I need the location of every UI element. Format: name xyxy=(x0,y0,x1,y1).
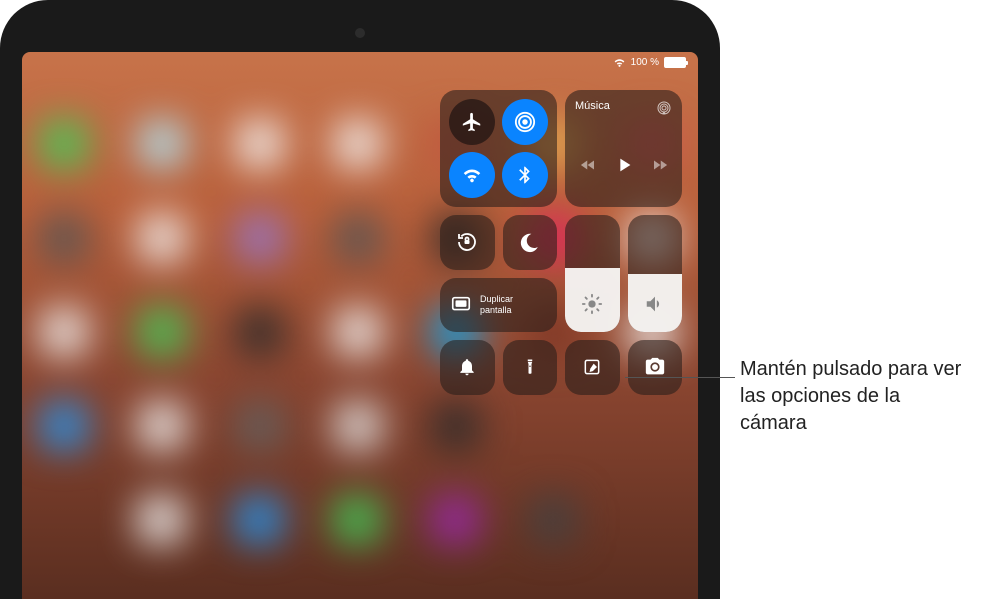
ipad-device-frame: 100 % xyxy=(0,0,720,599)
volume-slider[interactable] xyxy=(628,215,683,332)
rotation-lock-icon xyxy=(455,230,479,254)
ipad-screen: 100 % xyxy=(22,52,698,599)
status-bar: 100 % xyxy=(613,56,686,69)
wifi-toggle[interactable] xyxy=(449,152,495,198)
media-title: Música xyxy=(575,100,610,112)
airdrop-icon xyxy=(514,111,536,133)
battery-percentage: 100 % xyxy=(631,57,659,68)
airdrop-toggle[interactable] xyxy=(502,99,548,145)
bluetooth-icon xyxy=(515,165,535,185)
quick-note-button[interactable] xyxy=(565,340,620,395)
screen-mirroring-button[interactable]: Duplicar pantalla xyxy=(440,278,557,333)
screen-mirroring-label: Duplicar pantalla xyxy=(480,294,513,316)
bluetooth-toggle[interactable] xyxy=(502,152,548,198)
wifi-icon xyxy=(613,56,626,69)
screen-mirroring-icon xyxy=(450,294,472,316)
do-not-disturb-toggle[interactable] xyxy=(503,215,558,270)
play-icon xyxy=(613,154,635,176)
connectivity-module[interactable] xyxy=(440,90,557,207)
previous-track-button[interactable] xyxy=(579,156,597,174)
camera-button[interactable] xyxy=(628,340,683,395)
fast-forward-icon xyxy=(651,156,669,174)
front-camera-dot xyxy=(355,28,365,38)
rewind-icon xyxy=(579,156,597,174)
note-icon xyxy=(582,357,602,377)
rotation-lock-toggle[interactable] xyxy=(440,215,495,270)
volume-icon xyxy=(644,293,666,315)
flashlight-button[interactable] xyxy=(503,340,558,395)
play-button[interactable] xyxy=(613,154,635,176)
callout-leader-line xyxy=(625,377,735,378)
camera-icon xyxy=(644,356,666,378)
control-center: Música xyxy=(440,90,682,395)
airplane-icon xyxy=(461,111,483,133)
next-track-button[interactable] xyxy=(651,156,669,174)
airplane-mode-toggle[interactable] xyxy=(449,99,495,145)
callout-text: Mantén pulsado para ver las opciones de … xyxy=(740,356,970,437)
battery-icon xyxy=(664,57,686,68)
flashlight-icon xyxy=(521,356,539,378)
wifi-icon xyxy=(461,164,483,186)
moon-icon xyxy=(519,231,541,253)
airplay-audio-icon[interactable] xyxy=(656,100,672,116)
bell-icon xyxy=(457,357,477,377)
media-module[interactable]: Música xyxy=(565,90,682,207)
silent-mode-toggle[interactable] xyxy=(440,340,495,395)
brightness-slider[interactable] xyxy=(565,215,620,332)
brightness-icon xyxy=(581,293,603,315)
